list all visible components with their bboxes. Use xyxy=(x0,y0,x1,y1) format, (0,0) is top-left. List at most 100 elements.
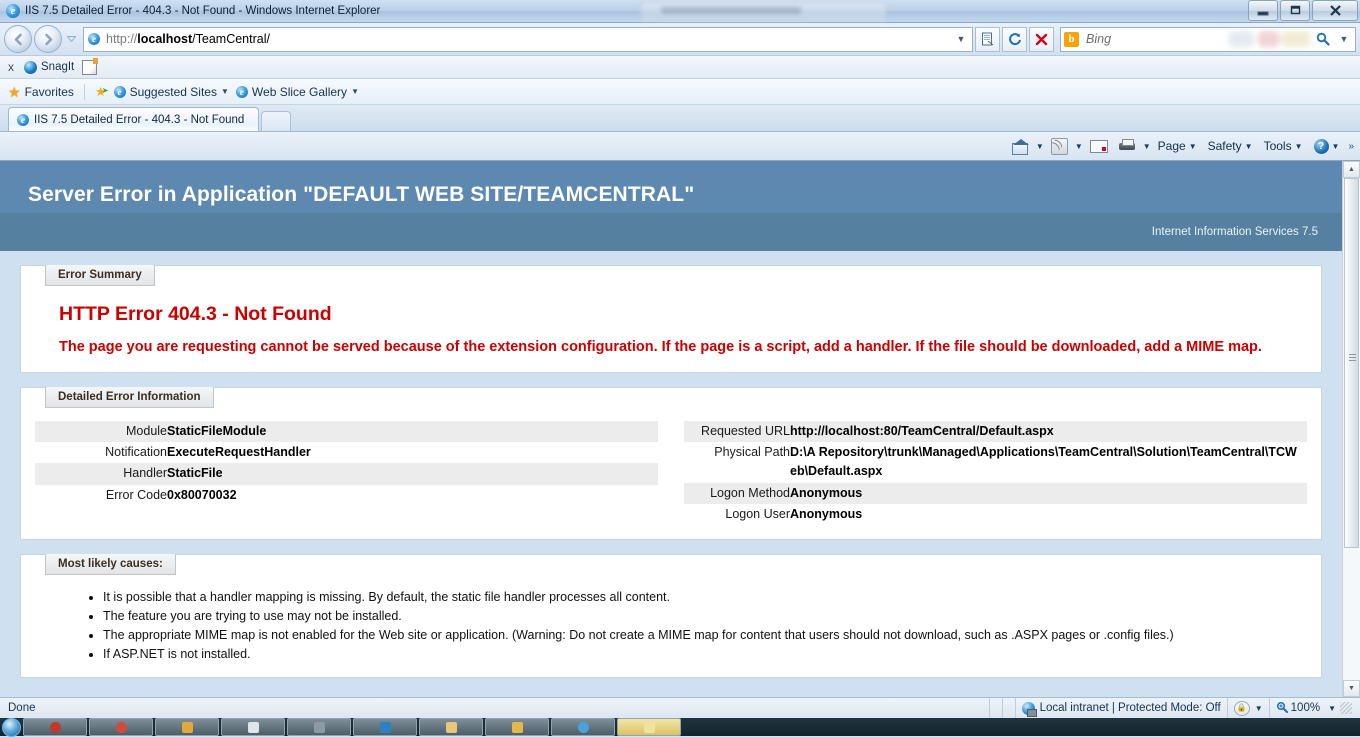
resize-grip-icon[interactable] xyxy=(1340,702,1352,714)
minimize-button[interactable] xyxy=(1248,0,1278,21)
back-button[interactable] xyxy=(4,25,32,53)
taskbar-item[interactable] xyxy=(617,718,681,736)
browser-window: IIS 7.5 Detailed Error - 404.3 - Not Fou… xyxy=(0,0,1360,736)
row-label: Physical Path xyxy=(688,443,790,482)
row-label: Notification xyxy=(39,443,167,462)
close-toolbar-icon[interactable]: x xyxy=(6,60,16,74)
protected-mode-indicator[interactable]: 🔒 ▼ xyxy=(1227,698,1269,718)
row-label: Logon Method xyxy=(688,484,790,503)
taskbar-item[interactable] xyxy=(155,718,219,736)
taskbar-item[interactable] xyxy=(551,718,615,736)
vertical-scrollbar[interactable]: ▲ ▼ xyxy=(1342,161,1360,697)
http-error-title: HTTP Error 404.3 - Not Found xyxy=(59,303,1283,326)
mail-icon xyxy=(1090,140,1108,153)
tab-iis-error[interactable]: IIS 7.5 Detailed Error - 404.3 - Not Fou… xyxy=(8,107,259,131)
taskbar-item[interactable] xyxy=(485,718,549,736)
refresh-button[interactable] xyxy=(1002,27,1027,52)
favorites-button[interactable]: ★ Favorites xyxy=(8,85,74,99)
snagit-button[interactable]: SnagIt xyxy=(24,61,74,74)
taskbar-item[interactable] xyxy=(89,718,153,736)
menu-safety[interactable]: Safety▼ xyxy=(1204,137,1257,155)
chevron-down-icon[interactable]: ▼ xyxy=(221,87,229,96)
page-favicon-icon xyxy=(88,33,100,45)
table-row: Logon Method Anonymous xyxy=(684,483,1307,504)
error-page-body: Error Summary HTTP Error 404.3 - Not Fou… xyxy=(0,251,1342,697)
home-icon xyxy=(1012,139,1029,154)
add-to-favorites-bar-icon[interactable]: ★ xyxy=(95,84,107,100)
feeds-button[interactable] xyxy=(1047,136,1072,157)
scrollbar-track[interactable] xyxy=(1343,178,1360,680)
web-page-content: Server Error in Application "DEFAULT WEB… xyxy=(0,161,1342,697)
start-orb-icon[interactable] xyxy=(2,718,21,737)
address-bar[interactable]: http://localhost/TeamCentral/ ▼ xyxy=(83,27,973,52)
status-text: Done xyxy=(0,702,36,714)
chevron-down-icon: ▼ xyxy=(1189,142,1197,151)
favorites-item-suggested-sites[interactable]: Suggested Sites ▼ xyxy=(114,85,229,99)
feeds-chevron-down-icon[interactable]: ▼ xyxy=(1075,142,1083,151)
error-summary-panel: Error Summary HTTP Error 404.3 - Not Fou… xyxy=(20,265,1322,373)
star-icon: ★ xyxy=(8,85,21,99)
home-chevron-down-icon[interactable]: ▼ xyxy=(1036,142,1044,151)
causes-list: It is possible that a handler mapping is… xyxy=(35,588,1307,663)
page-viewport: Server Error in Application "DEFAULT WEB… xyxy=(0,161,1360,697)
scroll-up-button[interactable]: ▲ xyxy=(1343,161,1360,178)
taskbar-item[interactable] xyxy=(353,718,417,736)
background-window-ghost xyxy=(640,1,887,22)
home-button[interactable] xyxy=(1008,137,1033,156)
stop-button[interactable] xyxy=(1029,27,1054,52)
favorites-item-web-slice-gallery[interactable]: Web Slice Gallery ▼ xyxy=(236,85,359,99)
taskbar-item[interactable] xyxy=(287,718,351,736)
search-box[interactable]: b Bing ▼ xyxy=(1060,27,1356,52)
snagit-capture-icon[interactable] xyxy=(82,60,97,75)
menu-page[interactable]: Page▼ xyxy=(1154,137,1201,155)
new-tab-button[interactable] xyxy=(261,111,291,131)
chevron-down-icon[interactable]: ▼ xyxy=(1320,704,1336,713)
close-button[interactable] xyxy=(1312,0,1358,21)
taskbar-item[interactable] xyxy=(221,718,285,736)
menu-tools[interactable]: Tools▼ xyxy=(1260,137,1307,155)
error-summary-content: HTTP Error 404.3 - Not Found The page yo… xyxy=(35,287,1307,358)
tab-label: IIS 7.5 Detailed Error - 404.3 - Not Fou… xyxy=(34,114,244,126)
favorites-label: Favorites xyxy=(25,85,74,99)
error-page-header: Server Error in Application "DEFAULT WEB… xyxy=(0,161,1342,213)
title-bar: IIS 7.5 Detailed Error - 404.3 - Not Fou… xyxy=(0,0,1360,23)
taskbar-item[interactable] xyxy=(419,718,483,736)
bing-icon: b xyxy=(1064,32,1079,47)
compatibility-view-button[interactable] xyxy=(975,27,1000,52)
help-button[interactable]: ?▼ xyxy=(1310,137,1344,156)
forward-button[interactable] xyxy=(34,25,62,53)
window-title-text: IIS 7.5 Detailed Error - 404.3 - Not Fou… xyxy=(25,5,380,17)
search-input[interactable]: Bing xyxy=(1079,32,1224,46)
search-provider-dropdown-icon[interactable]: ▼ xyxy=(1335,34,1353,44)
window-controls xyxy=(1248,0,1358,21)
chevron-down-icon[interactable]: ▼ xyxy=(1250,704,1263,713)
zoom-control[interactable]: 100% ▼ xyxy=(1269,698,1360,718)
row-value: http://localhost:80/TeamCentral/Default.… xyxy=(790,422,1054,441)
address-bar-text: http://localhost/TeamCentral/ xyxy=(100,32,952,46)
row-value: 0x80070032 xyxy=(167,486,237,505)
print-chevron-down-icon[interactable]: ▼ xyxy=(1143,142,1151,151)
chevron-down-icon[interactable]: ▼ xyxy=(351,87,359,96)
printer-icon xyxy=(1119,139,1136,153)
scroll-down-button[interactable]: ▼ xyxy=(1343,680,1360,697)
security-zone[interactable]: Local intranet | Protected Mode: Off xyxy=(1015,698,1227,718)
error-page-subheader: Internet Information Services 7.5 xyxy=(0,213,1342,251)
recent-pages-dropdown[interactable] xyxy=(64,36,78,42)
overflow-button[interactable]: » xyxy=(1346,141,1354,152)
taskbar-item[interactable] xyxy=(23,718,87,736)
http-error-description: The page you are requesting cannot be se… xyxy=(59,338,1283,358)
scrollbar-thumb[interactable] xyxy=(1344,178,1359,548)
row-value: Anonymous xyxy=(790,484,862,503)
search-icon[interactable] xyxy=(1310,27,1335,52)
address-dropdown-icon[interactable]: ▼ xyxy=(952,34,970,44)
page-title: Server Error in Application "DEFAULT WEB… xyxy=(28,183,1342,207)
list-item: If ASP.NET is not installed. xyxy=(103,645,1307,664)
row-label: Error Code xyxy=(39,486,167,505)
row-label: Logon User xyxy=(688,505,790,524)
row-value: StaticFileModule xyxy=(167,422,266,441)
ie-icon xyxy=(114,86,126,98)
row-label: Requested URL xyxy=(688,422,790,441)
print-button[interactable] xyxy=(1115,137,1140,155)
read-mail-button[interactable] xyxy=(1086,138,1112,155)
restore-button[interactable] xyxy=(1280,0,1310,21)
